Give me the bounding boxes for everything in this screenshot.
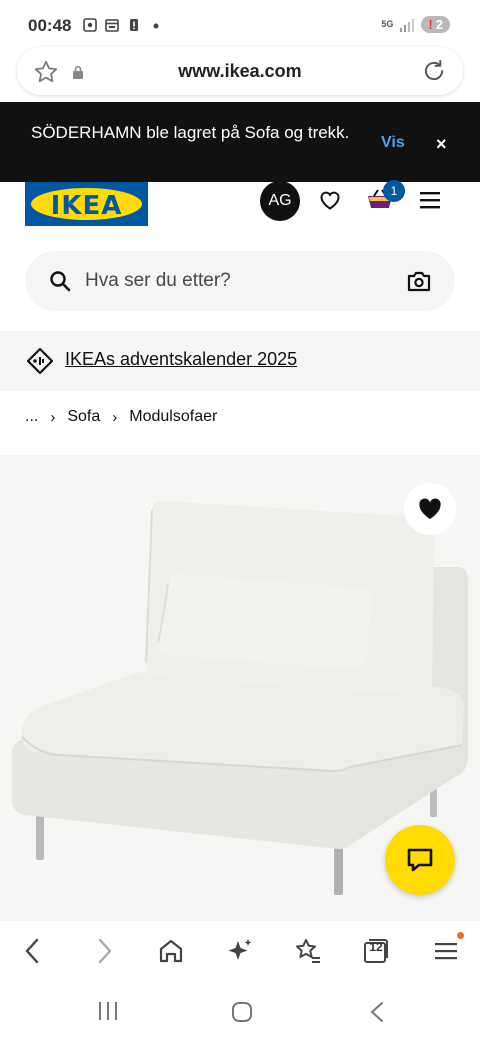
calendar-icon: [105, 19, 119, 32]
alert-icon: [130, 19, 138, 31]
heart-filled-icon: [419, 498, 441, 519]
tab-count: 12: [369, 940, 383, 954]
breadcrumb-modulsofaer[interactable]: Modulsofaer: [129, 408, 217, 426]
logo-text: IKEA: [50, 191, 123, 221]
camera-icon[interactable]: [407, 270, 431, 292]
ai-sparkle-icon[interactable]: [226, 937, 254, 965]
price-tag-icon: [26, 347, 54, 375]
recents-icon[interactable]: [97, 1001, 119, 1021]
cart-count-badge: 1: [383, 180, 405, 202]
screenshot-icon: [83, 18, 97, 32]
back-icon[interactable]: [22, 937, 44, 965]
url-text[interactable]: www.ikea.com: [17, 61, 463, 82]
toast-view-button[interactable]: Vis: [381, 134, 405, 152]
battery-alert: !: [428, 17, 433, 32]
forward-icon[interactable]: [93, 937, 115, 965]
chevron-right-icon: ›: [50, 408, 56, 426]
hamburger-menu-icon[interactable]: [419, 190, 441, 210]
bookmarks-icon[interactable]: [294, 937, 322, 965]
chat-button[interactable]: [385, 825, 455, 895]
status-system-icons: 5G ! 2: [381, 16, 450, 33]
system-back-icon[interactable]: [368, 1001, 386, 1023]
system-navigation-bar: [0, 981, 480, 1040]
chevron-right-icon: ›: [112, 408, 118, 426]
search-input[interactable]: [85, 261, 385, 301]
ikea-logo[interactable]: IKEA: [25, 182, 148, 226]
battery-level: 2: [435, 17, 443, 32]
search-bar[interactable]: [25, 251, 455, 311]
browser-toolbar: 12: [0, 921, 480, 981]
saved-toast: SÖDERHAMN ble lagret på Sofa og trekk. V…: [0, 102, 480, 182]
breadcrumb: ... › Sofa › Modulsofaer: [25, 408, 217, 426]
heart-icon[interactable]: [318, 188, 342, 212]
breadcrumb-ellipsis[interactable]: ...: [25, 408, 38, 426]
signal-icon: [400, 18, 415, 32]
menu-icon[interactable]: [434, 937, 458, 965]
home-circle-icon[interactable]: [231, 1001, 253, 1023]
battery-indicator: ! 2: [421, 16, 450, 33]
status-time: 00:48: [28, 16, 72, 35]
reload-icon[interactable]: [421, 58, 447, 84]
search-icon: [50, 271, 71, 292]
advent-calendar-link[interactable]: IKEAs adventskalender 2025: [65, 349, 297, 370]
avatar[interactable]: AG: [260, 181, 300, 221]
breadcrumb-sofa[interactable]: Sofa: [67, 408, 100, 426]
status-bar: 00:48 5G ! 2: [0, 0, 480, 48]
favourite-button[interactable]: [404, 483, 456, 535]
address-bar[interactable]: www.ikea.com: [17, 47, 463, 95]
home-icon[interactable]: [158, 937, 184, 965]
notification-dot: [457, 932, 464, 939]
network-type: 5G: [381, 19, 394, 29]
close-icon[interactable]: ×: [436, 134, 447, 155]
chat-icon: [407, 848, 433, 872]
promo-banner[interactable]: IKEAs adventskalender 2025: [0, 331, 480, 391]
toast-message: SÖDERHAMN ble lagret på Sofa og trekk.: [31, 123, 350, 142]
dot-icon: [153, 23, 159, 29]
status-notification-icons: [82, 17, 164, 33]
